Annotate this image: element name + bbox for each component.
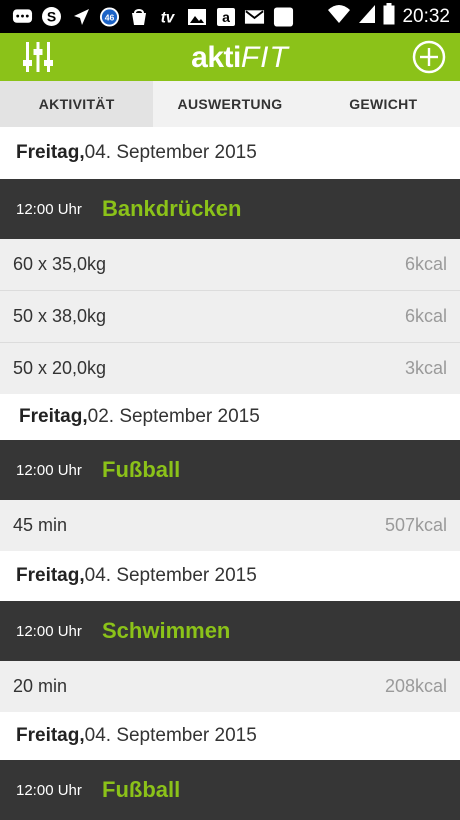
add-circle-icon[interactable] (412, 40, 446, 74)
activity-name: Fußball (102, 777, 181, 802)
list-item[interactable]: 20 min 208kcal (0, 661, 460, 712)
battery-icon (383, 3, 395, 30)
date-header: Freitag, 04. September 2015 (0, 127, 460, 179)
date-text: 04. September 2015 (84, 142, 257, 163)
logo-text-akti: akti (191, 41, 241, 74)
activity-time: 12:00 Uhr (16, 200, 82, 218)
activity-time: 12:00 Uhr (16, 622, 82, 640)
activity-time: 12:00 Uhr (16, 461, 82, 479)
badge-icon: 46 (99, 6, 120, 27)
activity-header[interactable]: 12:00 Uhr Bankdrücken (0, 179, 460, 239)
status-bar: S 46 tv a 20:32 (0, 0, 460, 33)
svg-text:tv: tv (161, 9, 176, 26)
duration-value: 45 min (13, 515, 68, 535)
activity-time: 12:00 Uhr (16, 781, 82, 799)
svg-text:a: a (222, 9, 230, 25)
kcal-value: 208kcal (384, 676, 447, 696)
kcal-value: 3kcal (404, 358, 447, 378)
badge-count: 46 (105, 12, 115, 22)
chat-icon (12, 6, 33, 27)
set-value: 60 x 35,0kg (13, 254, 107, 274)
activity-header[interactable]: 12:00 Uhr Fußball (0, 440, 460, 500)
app-bar: akti FIT (0, 33, 460, 81)
activity-list: Freitag, 04. September 2015 12:00 Uhr Ba… (0, 127, 460, 820)
clock: 20:32 (402, 5, 450, 27)
date-text: 04. September 2015 (84, 725, 257, 746)
activity-header[interactable]: 12:00 Uhr Fußball (0, 760, 460, 820)
date-day: Freitag, (16, 725, 85, 746)
tv-icon: tv (157, 6, 178, 27)
tab-aktivitaet[interactable]: AKTIVITÄT (0, 81, 154, 127)
date-text: 02. September 2015 (87, 406, 260, 427)
kcal-value: 507kcal (384, 515, 447, 535)
set-value: 50 x 20,0kg (13, 358, 107, 378)
list-item[interactable]: 45 min 507kcal (0, 500, 460, 551)
list-item[interactable]: 60 x 35,0kg 6kcal (0, 239, 460, 291)
svg-text:S: S (47, 9, 56, 25)
tab-bar: AKTIVITÄT AUSWERTUNG GEWICHT (0, 81, 460, 127)
blank-icon (273, 6, 294, 27)
date-day: Freitag, (19, 406, 88, 427)
sliders-icon[interactable] (22, 40, 54, 74)
wifi-icon (327, 4, 351, 29)
tab-gewicht[interactable]: GEWICHT (307, 81, 460, 127)
date-day: Freitag, (16, 565, 85, 586)
activity-name: Schwimmen (102, 618, 231, 643)
skype-icon: S (41, 6, 62, 27)
date-header: Freitag, 02. September 2015 (0, 394, 460, 440)
amazon-icon: a (215, 6, 236, 27)
gmail-icon (244, 6, 265, 27)
bag-icon (128, 6, 149, 27)
image-icon (186, 6, 207, 27)
kcal-value: 6kcal (404, 306, 447, 326)
tab-auswertung[interactable]: AUSWERTUNG (153, 81, 306, 127)
kcal-value: 6kcal (404, 254, 447, 274)
activity-name: Fußball (102, 457, 181, 482)
app-logo: akti FIT (180, 39, 300, 77)
date-text: 04. September 2015 (84, 565, 257, 586)
set-value: 50 x 38,0kg (13, 306, 107, 326)
activity-name: Bankdrücken (102, 196, 242, 221)
navigation-icon (70, 6, 91, 27)
date-header: Freitag, 04. September 2015 (0, 712, 460, 760)
duration-value: 20 min (13, 676, 68, 696)
list-item[interactable]: 50 x 38,0kg 6kcal (0, 291, 460, 343)
logo-text-fit: FIT (240, 41, 289, 74)
list-item[interactable]: 50 x 20,0kg 3kcal (0, 343, 460, 394)
date-header: Freitag, 04. September 2015 (0, 551, 460, 601)
date-day: Freitag, (16, 142, 85, 163)
activity-header[interactable]: 12:00 Uhr Schwimmen (0, 601, 460, 661)
signal-icon (358, 4, 376, 29)
